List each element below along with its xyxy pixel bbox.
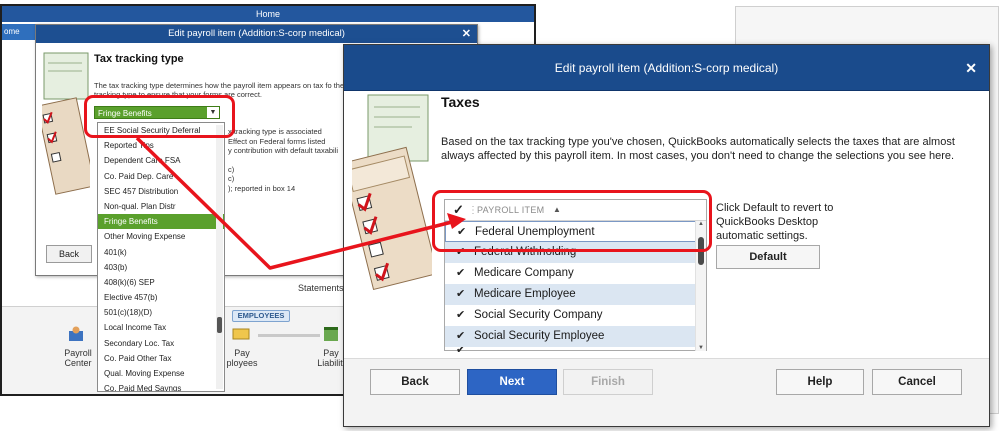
row-payroll-item: Social Security Company — [474, 309, 603, 321]
employees-section-badge: EMPLOYEES — [232, 310, 290, 322]
cancel-button[interactable]: Cancel — [872, 369, 962, 395]
row-payroll-item: Medicare Company — [474, 267, 574, 279]
pay-liabilities-icon[interactable] — [322, 325, 340, 343]
dropdown-item[interactable]: Qual. Moving Expense — [98, 366, 224, 381]
dropdown-item[interactable]: SEC 457 Distribution — [98, 184, 224, 199]
row-payroll-item: Social Security Employee — [474, 330, 605, 342]
table-row[interactable]: ✔ Medicare Company — [445, 263, 696, 284]
row-check-icon[interactable]: ✔ — [456, 329, 465, 342]
dropdown-item[interactable]: Dependent Care FSA — [98, 153, 224, 168]
tax-tracking-dialog-title: Edit payroll item (Addition:S-corp medic… — [36, 25, 477, 43]
back-button[interactable]: Back — [370, 369, 460, 395]
tax-tracking-dropdown-list[interactable]: EE Social Security Deferral Reported Tip… — [97, 122, 225, 392]
row-check-icon[interactable]: ✔ — [456, 266, 465, 279]
taxes-dialog-body: Taxes Based on the tax tracking type you… — [344, 91, 989, 426]
finish-button[interactable]: Finish — [563, 369, 653, 395]
next-button[interactable]: Next — [467, 369, 557, 395]
dropdown-item[interactable]: 401(k) — [98, 245, 224, 260]
left-back-button[interactable]: Back — [46, 245, 92, 263]
annotation-box-federal-taxes — [432, 190, 712, 252]
dropdown-item[interactable]: Co. Paid Dep. Care — [98, 169, 224, 184]
dropdown-scrollbar[interactable] — [216, 125, 223, 389]
scroll-down-icon[interactable]: ▼ — [698, 345, 704, 351]
taxes-dialog-title: Edit payroll item (Addition:S-corp medic… — [554, 61, 779, 75]
taxes-dialog-title-bar: Edit payroll item (Addition:S-corp medic… — [344, 45, 989, 91]
row-check-icon[interactable]: ✔ — [456, 287, 465, 300]
dropdown-item[interactable]: 403(b) — [98, 260, 224, 275]
close-icon[interactable]: ✕ — [462, 25, 471, 43]
back-button-label: Back — [401, 376, 429, 388]
default-hint-text: Click Default to revert to QuickBooks De… — [716, 202, 834, 242]
table-row[interactable]: ✔ Medicare Employee — [445, 284, 696, 305]
dropdown-item[interactable]: Co. Paid Med Savngs — [98, 381, 224, 391]
dropdown-item[interactable]: Reported Tips — [98, 138, 224, 153]
tax-tracking-heading: Tax tracking type — [94, 53, 184, 65]
row-check-icon[interactable]: ✔ — [456, 347, 465, 352]
row-payroll-item: Medicare Employee — [474, 288, 576, 300]
dropdown-item-selected[interactable]: Fringe Benefits — [98, 214, 224, 230]
help-button-label: Help — [807, 376, 833, 388]
dialog-button-bar: Back Next Finish Help Cancel — [344, 358, 989, 426]
dropdown-item[interactable]: 501(c)(18)(D) — [98, 305, 224, 320]
workflow-connector-line — [258, 334, 320, 337]
dropdown-item[interactable]: Non-qual. Plan Distr — [98, 199, 224, 214]
close-icon[interactable]: ✕ — [965, 45, 977, 91]
home-page-tab[interactable]: ome Pag — [2, 24, 36, 52]
payroll-center-icon[interactable] — [66, 325, 86, 343]
row-check-icon[interactable]: ✔ — [456, 308, 465, 321]
payroll-center-label[interactable]: Payroll Center — [60, 348, 96, 368]
finish-button-label: Finish — [591, 376, 625, 388]
next-button-label: Next — [499, 376, 525, 388]
dropdown-item[interactable]: 408(k)(6) SEP — [98, 275, 224, 290]
statements-label[interactable]: Statements — [298, 283, 344, 293]
dropdown-item[interactable]: Local Income Tax — [98, 320, 224, 335]
default-button[interactable]: Default — [716, 245, 820, 269]
table-row[interactable]: ✔ — [445, 347, 696, 352]
annotation-box-fringe-benefits — [84, 95, 235, 138]
table-row[interactable]: ✔ Social Security Company — [445, 305, 696, 326]
taxes-heading: Taxes — [441, 94, 480, 110]
cancel-button-label: Cancel — [898, 376, 936, 388]
dropdown-scroll-thumb[interactable] — [217, 317, 222, 333]
tax-forms-illustration — [36, 51, 96, 201]
home-title-bar: Home — [2, 6, 534, 22]
taxes-description: Based on the tax tracking type you've ch… — [441, 136, 955, 162]
table-row[interactable]: ✔ Social Security Employee — [445, 326, 696, 347]
tax-forms-illustration — [344, 93, 439, 293]
pay-employees-label[interactable]: Pay ployees — [222, 348, 262, 368]
dropdown-item[interactable]: Other Moving Expense — [98, 229, 224, 244]
dropdown-item[interactable]: Co. Paid Other Tax — [98, 351, 224, 366]
help-button[interactable]: Help — [776, 369, 864, 395]
dropdown-item[interactable]: Secondary Loc. Tax — [98, 336, 224, 351]
dropdown-item[interactable]: Elective 457(b) — [98, 290, 224, 305]
pay-employees-icon[interactable] — [231, 326, 251, 342]
